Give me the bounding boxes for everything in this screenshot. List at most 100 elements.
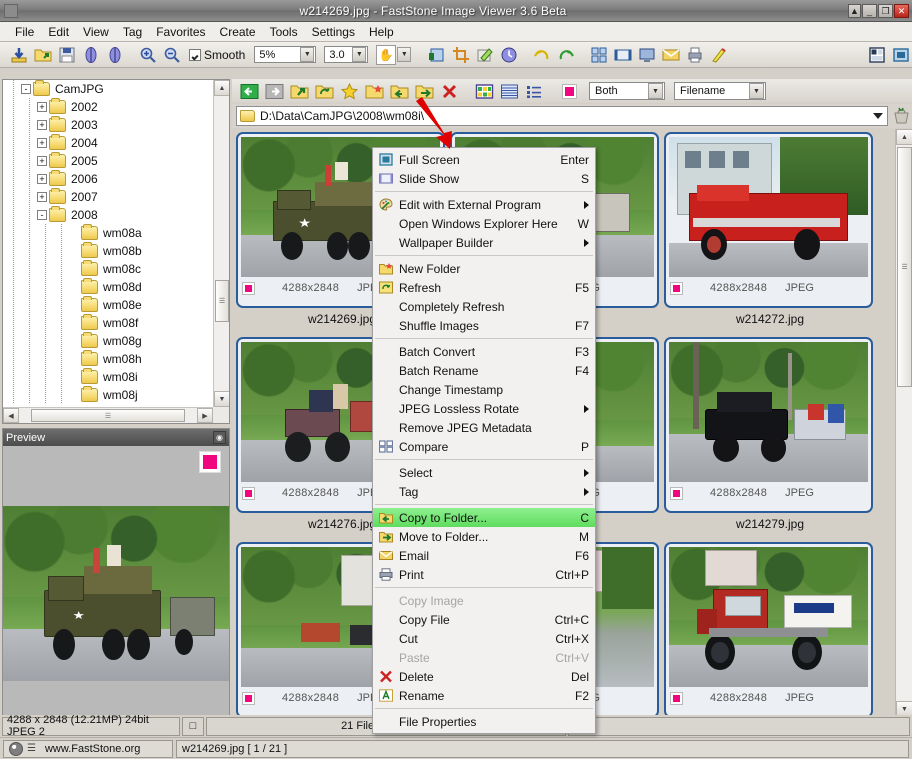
context-menu-item-file-properties[interactable]: File Properties — [373, 712, 595, 731]
menu-item-create[interactable]: Create — [213, 23, 263, 41]
folder-tree-hscroll-thumb[interactable]: ☰ — [31, 409, 185, 422]
draw-board-icon[interactable] — [474, 44, 496, 66]
folder-tree-item-wm08h[interactable]: wm08h — [3, 350, 213, 368]
context-menu-item-select[interactable]: Select — [373, 463, 595, 482]
context-menu-item-print[interactable]: Print Ctrl+P — [373, 565, 595, 584]
undo-icon[interactable] — [531, 44, 553, 66]
restore-button[interactable]: ▲ — [848, 3, 861, 18]
tree-expander-plus-icon[interactable]: + — [37, 192, 47, 202]
save-icon[interactable] — [56, 44, 78, 66]
scroll-down-icon[interactable]: ▼ — [214, 391, 229, 407]
thumbnail-tag-badge[interactable] — [670, 691, 683, 705]
close-button[interactable]: ✕ — [894, 3, 909, 18]
context-menu-item-cut[interactable]: Cut Ctrl+X — [373, 629, 595, 648]
folder-tree-item-wm08f[interactable]: wm08f — [3, 314, 213, 332]
sort-by-combobox[interactable]: Filename ▼ — [674, 82, 766, 100]
context-menu[interactable]: Full Screen Enter Slide Show S Edit with Ext… — [372, 147, 596, 734]
preview-image[interactable] — [3, 446, 229, 717]
tree-expander-minus-icon[interactable]: - — [21, 84, 31, 94]
copy-to-folder-icon[interactable] — [388, 81, 410, 101]
folder-tree-item-2007[interactable]: +2007 — [3, 188, 213, 206]
address-input[interactable]: D:\Data\CamJPG\2008\wm08i\ — [236, 106, 888, 126]
folder-tree-list[interactable]: - CamJPG +2002 +2003 +2004 +2005 +2006 +2007-20… — [3, 80, 213, 407]
context-menu-item-completely-refresh[interactable]: Completely Refresh — [373, 297, 595, 316]
folder-tree-item-wm08c[interactable]: wm08c — [3, 260, 213, 278]
menu-item-file[interactable]: File — [8, 23, 41, 41]
scroll-up-icon[interactable]: ▲ — [214, 80, 229, 96]
up-folder-icon[interactable] — [288, 81, 310, 101]
smooth-checkbox-box[interactable] — [189, 48, 201, 61]
screen-icon[interactable] — [636, 44, 658, 66]
folder-tree-item-wm08a[interactable]: wm08a — [3, 224, 213, 242]
folder-tree-item-wm08b[interactable]: wm08b — [3, 242, 213, 260]
chevron-down-icon[interactable] — [873, 113, 883, 119]
thumbnail-tag-badge[interactable] — [670, 281, 683, 295]
folder-tree-item-2005[interactable]: +2005 — [3, 152, 213, 170]
thumbnail-cell[interactable]: 4288x2848 JPEG w214279.jpg — [664, 337, 876, 542]
thumbnail-frame[interactable]: 4288x2848 JPEG — [664, 132, 873, 308]
folder-tree-item-camjpg[interactable]: - CamJPG — [3, 80, 213, 98]
status-fit-icon[interactable]: □ — [182, 716, 204, 736]
context-menu-item-jpeg-lossless-rotate[interactable]: JPEG Lossless Rotate — [373, 399, 595, 418]
folder-tree-item-2006[interactable]: +2006 — [3, 170, 213, 188]
zoom-level-combobox[interactable]: 5% ▼ — [254, 46, 317, 63]
smooth-checkbox[interactable]: Smooth — [189, 48, 245, 62]
folder-tree-vscrollbar[interactable]: ▲ ☰ ▼ — [213, 80, 229, 407]
thumbnail-image[interactable] — [669, 547, 868, 687]
move-to-folder-icon[interactable] — [413, 81, 435, 101]
chevron-down-icon[interactable]: ▼ — [397, 47, 412, 62]
context-menu-item-open-windows-explorer-here[interactable]: Open Windows Explorer Here W — [373, 214, 595, 233]
layout-icon[interactable] — [866, 44, 888, 66]
menu-item-tools[interactable]: Tools — [263, 23, 305, 41]
context-menu-item-change-timestamp[interactable]: Change Timestamp — [373, 380, 595, 399]
wand-icon[interactable] — [708, 44, 730, 66]
folder-tree-item-wm08e[interactable]: wm08e — [3, 296, 213, 314]
thumbnail-tag-badge[interactable] — [242, 281, 255, 295]
context-menu-item-batch-convert[interactable]: Batch Convert F3 — [373, 342, 595, 361]
list-view-icon[interactable] — [498, 81, 520, 101]
menu-item-settings[interactable]: Settings — [305, 23, 362, 41]
folder-tree-panel[interactable]: - CamJPG +2002 +2003 +2004 +2005 +2006 +2007-20… — [2, 79, 230, 424]
preview-settings-icon[interactable]: ◉ — [213, 431, 226, 444]
scroll-left-icon[interactable]: ◀ — [3, 408, 19, 423]
thumbnail-tag-badge[interactable] — [670, 486, 683, 500]
folder-tree-item-2002[interactable]: +2002 — [3, 98, 213, 116]
chevron-down-icon[interactable]: ▼ — [648, 83, 663, 99]
thumbnail-grid-vscroll-thumb[interactable]: ☰ — [897, 147, 912, 387]
thumbnail-frame[interactable]: 4288x2848 JPEG — [664, 337, 873, 513]
chevron-down-icon[interactable]: ▼ — [749, 83, 764, 99]
preview-tag-badge[interactable] — [199, 451, 221, 473]
thumbnail-image[interactable] — [669, 137, 868, 277]
minimize-button[interactable]: _ — [862, 3, 877, 18]
thumbnail-image[interactable] — [669, 342, 868, 482]
tree-expander-plus-icon[interactable]: + — [37, 174, 47, 184]
delete-x-icon[interactable] — [438, 81, 460, 101]
refresh-icon[interactable] — [313, 81, 335, 101]
context-menu-item-delete[interactable]: Delete Del — [373, 667, 595, 686]
context-menu-item-copy-to-folder[interactable]: Copy to Folder... C — [373, 508, 595, 527]
menu-item-favorites[interactable]: Favorites — [149, 23, 212, 41]
thumbnail-cell[interactable]: 4288x2848JPEGw214286.jpg — [664, 542, 876, 717]
rotate-left-icon[interactable] — [80, 44, 102, 66]
folder-tree-item-wm08g[interactable]: wm08g — [3, 332, 213, 350]
context-menu-item-move-to-folder[interactable]: Move to Folder... M — [373, 527, 595, 546]
folder-tree-item-wm08j[interactable]: wm08j — [3, 386, 213, 404]
folder-tree-item-2004[interactable]: +2004 — [3, 134, 213, 152]
open-folder-icon[interactable] — [32, 44, 54, 66]
context-menu-item-tag[interactable]: Tag — [373, 482, 595, 501]
tree-expander-plus-icon[interactable]: + — [37, 102, 47, 112]
print-icon[interactable] — [684, 44, 706, 66]
folder-tree-vscroll-thumb[interactable]: ☰ — [215, 280, 229, 322]
menu-item-tag[interactable]: Tag — [116, 23, 149, 41]
thumbnail-tag-badge[interactable] — [242, 486, 255, 500]
pan-tool-button[interactable]: ✋ ▼ — [376, 44, 412, 65]
open-download-icon[interactable] — [8, 44, 30, 66]
clock-icon[interactable] — [498, 44, 520, 66]
context-menu-item-edit-with-external-program[interactable]: Edit with External Program — [373, 195, 595, 214]
chevron-down-icon[interactable]: ▼ — [300, 47, 315, 62]
thumbnail-view-icon[interactable] — [473, 81, 495, 101]
thumbnail-grid-vscrollbar[interactable]: ▲ ☰ ▼ — [895, 129, 912, 717]
context-menu-item-batch-rename[interactable]: Batch Rename F4 — [373, 361, 595, 380]
zoom-out-icon[interactable] — [161, 44, 183, 66]
folder-tree-item-2008[interactable]: - 2008 — [3, 206, 213, 224]
